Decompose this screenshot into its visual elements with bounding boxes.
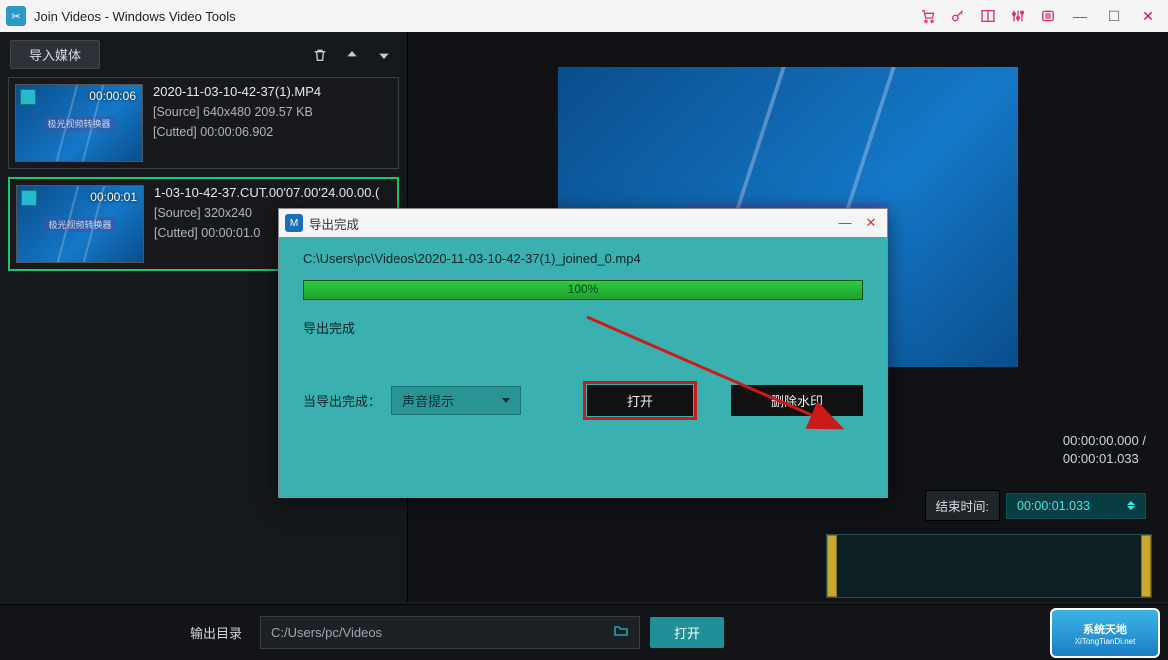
key-icon[interactable] [946,4,970,28]
dialog-titlebar: M 导出完成 — ✕ [279,209,887,237]
layout-icon[interactable] [976,4,1000,28]
end-time-value: 00:00:01.033 [1017,499,1090,513]
export-dialog: M 导出完成 — ✕ C:\Users\pc\Videos\2020-11-03… [278,208,888,498]
end-time-row: 结束时间: 00:00:01.033 [925,490,1146,521]
thumb-watermark: 极光视频转换器 [43,116,114,131]
export-file-path: C:\Users\pc\Videos\2020-11-03-10-42-37(1… [303,251,863,266]
progress-text: 100% [304,282,862,296]
dialog-title: 导出完成 [309,214,359,233]
output-path-input[interactable]: C:/Users/pc/Videos [260,616,640,649]
media-item[interactable]: 00:00:06 极光视频转换器 2020-11-03-10-42-37(1).… [8,77,399,169]
time-current: 00:00:00.000 / [1063,432,1146,450]
titlebar: ✂ Join Videos - Windows Video Tools — ☐ … [0,0,1168,32]
duration-label: 00:00:01 [90,190,137,204]
end-time-input[interactable]: 00:00:01.033 [1006,493,1146,519]
app-icon: ✂ [6,6,26,26]
move-down-icon[interactable] [371,42,397,68]
badge-line1: 系统天地 [1083,621,1127,637]
timeline-handle-left[interactable] [827,535,837,597]
folder-icon[interactable] [613,623,629,642]
app-title: Join Videos - Windows Video Tools [34,9,236,24]
duration-label: 00:00:06 [89,89,136,103]
timeline[interactable] [826,534,1152,598]
media-name: 1-03-10-42-37.CUT.00'07.00'24.00.00.( [154,185,391,200]
menu-icon[interactable] [1036,4,1060,28]
media-name: 2020-11-03-10-42-37(1).MP4 [153,84,392,99]
import-button[interactable]: 导入媒体 [10,40,100,69]
cart-icon[interactable] [916,4,940,28]
media-source: [Source] 640x480 209.57 KB [153,105,392,119]
end-time-label: 结束时间: [925,490,1000,521]
media-cutted: [Cutted] 00:00:06.902 [153,125,392,139]
progress-bar: 100% [303,280,863,300]
media-thumbnail: 00:00:06 极光视频转换器 [15,84,143,162]
time-display: 00:00:00.000 / 00:00:01.033 [1063,432,1146,468]
export-status: 导出完成 [303,318,863,337]
media-toolbar: 导入媒体 [0,32,407,77]
clip-icon [20,89,36,105]
open-output-button[interactable]: 打开 [650,617,724,648]
thumb-watermark: 极光视频转换器 [44,217,115,232]
site-badge: 系统天地 XiTongTianDi.net [1050,608,1160,658]
sliders-icon[interactable] [1006,4,1030,28]
dropdown-value: 声音提示 [402,391,454,410]
trash-icon[interactable] [307,42,333,68]
output-label: 输出目录 [190,623,242,642]
time-total: 00:00:01.033 [1063,450,1146,468]
move-up-icon[interactable] [339,42,365,68]
stepper-icon[interactable] [1127,501,1135,510]
timeline-handle-right[interactable] [1141,535,1151,597]
badge-line2: XiTongTianDi.net [1075,637,1136,646]
media-thumbnail: 00:00:01 极光视频转换器 [16,185,144,263]
remove-watermark-button[interactable]: 删除水印 [731,385,863,416]
when-done-dropdown[interactable]: 声音提示 [391,386,521,415]
clip-icon [21,190,37,206]
bottombar: 输出目录 C:/Users/pc/Videos 打开 [0,604,1168,660]
dialog-minimize-button[interactable]: — [835,215,855,231]
close-button[interactable]: ✕ [1134,2,1162,30]
dialog-close-button[interactable]: ✕ [861,215,881,231]
output-path-text: C:/Users/pc/Videos [271,625,382,640]
dialog-icon: M [285,214,303,232]
maximize-button[interactable]: ☐ [1100,2,1128,30]
dialog-open-button[interactable]: 打开 [587,385,693,416]
minimize-button[interactable]: — [1066,2,1094,30]
when-done-label: 当导出完成： [303,391,381,410]
chevron-down-icon [502,398,510,403]
